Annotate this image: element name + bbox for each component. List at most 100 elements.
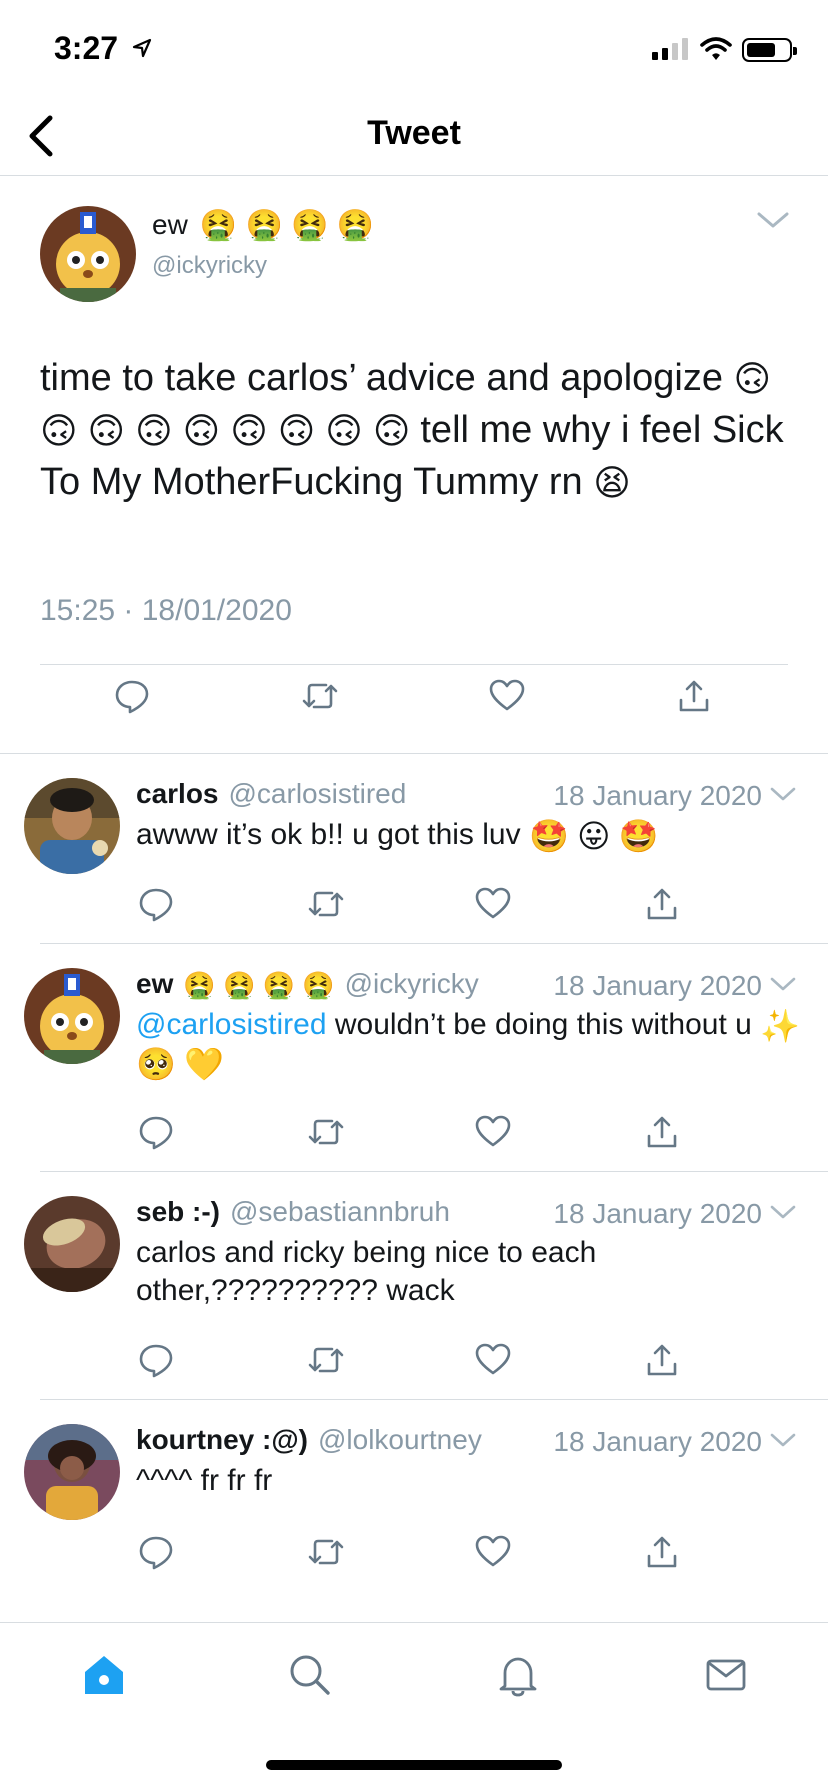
reply-text: carlos and ricky being nice to each othe… (136, 1236, 597, 1307)
share-icon[interactable] (644, 1114, 680, 1150)
reply-tweet[interactable]: kourtney :@) @lolkourtney 18 January 202… (0, 1400, 828, 1622)
nauseated-face-icon: 🤮 (183, 970, 216, 1001)
chevron-down-icon[interactable] (770, 786, 796, 802)
chevron-down-icon[interactable] (770, 1204, 796, 1220)
mention-link[interactable]: @carlosistired (136, 1008, 327, 1041)
nauseated-face-icon: 🤮 (262, 970, 295, 1001)
chevron-down-icon[interactable] (770, 1432, 796, 1448)
avatar[interactable] (40, 206, 136, 302)
reply-icon[interactable] (138, 1534, 174, 1570)
reply-icon[interactable] (114, 678, 150, 714)
heart-icon[interactable] (474, 1342, 512, 1376)
pleading-face-icon: 🥺 (136, 1045, 176, 1084)
avatar[interactable] (24, 968, 120, 1064)
tweet-actions (0, 886, 828, 926)
name-emoji-group: 🤮 🤮 🤮 🤮 (183, 969, 334, 1000)
tweet-text: time to take carlos’ advice and apologiz… (40, 352, 800, 508)
upside-down-face-icon: 🙃 (135, 411, 173, 453)
reply-header: ew 🤮 🤮 🤮 🤮 @ickyricky (136, 968, 479, 1000)
tweet-actions (0, 1342, 828, 1382)
reply-author-name[interactable]: carlos (136, 778, 219, 810)
reply-text: ^^^^ fr fr fr (136, 1464, 273, 1497)
nauseated-face-icon: 🤮 (222, 970, 256, 1001)
reply-icon[interactable] (138, 1114, 174, 1150)
divider (40, 664, 788, 665)
reply-date: 18 January 2020 (553, 780, 762, 811)
tweet-actions (0, 1534, 828, 1574)
name-emoji-group: 🤮 🤮 🤮 🤮 (200, 208, 374, 242)
reply-author-handle[interactable]: @lolkourtney (318, 1424, 482, 1456)
reply-text: awww it’s ok b!! u got this luv 🤩 😛 🤩 (136, 816, 800, 854)
upside-down-face-icon: 🙃 (277, 411, 316, 453)
share-icon[interactable] (644, 1534, 680, 1570)
share-icon[interactable] (644, 1342, 680, 1378)
reply-author-handle[interactable]: @sebastiannbruh (230, 1196, 450, 1228)
reply-author-handle[interactable]: @carlosistired (229, 778, 407, 810)
author-name-text: ew (152, 209, 188, 240)
reply-tweet[interactable]: seb :-) @sebastiannbruh 18 January 2020 … (0, 1172, 828, 1400)
retweet-icon[interactable] (306, 1342, 346, 1378)
star-struck-icon: 🤩 (528, 817, 569, 856)
retweet-icon[interactable] (306, 886, 346, 922)
chevron-down-icon[interactable] (770, 976, 796, 992)
reply-author-name[interactable]: ew (136, 968, 173, 1000)
reply-date: 18 January 2020 (553, 1198, 762, 1229)
reply-header: carlos @carlosistired (136, 778, 406, 810)
share-icon[interactable] (676, 678, 712, 714)
tweet-actions (0, 678, 828, 738)
upside-down-face-icon: 🙃 (230, 411, 268, 453)
reply-tweet[interactable]: carlos @carlosistired 18 January 2020 aw… (0, 754, 828, 944)
avatar[interactable] (24, 778, 120, 874)
upside-down-face-icon: 🙃 (733, 359, 772, 401)
star-struck-icon: 🤩 (618, 817, 659, 856)
upside-down-face-icon: 🙃 (40, 411, 78, 453)
retweet-icon[interactable] (306, 1534, 346, 1570)
search-icon[interactable] (288, 1653, 332, 1697)
author-handle[interactable]: @ickyricky (152, 252, 267, 280)
page-title: Tweet (367, 114, 461, 152)
share-icon[interactable] (644, 886, 680, 922)
nav-bar: Tweet (0, 100, 828, 176)
author-name[interactable]: ew 🤮 🤮 🤮 🤮 (152, 208, 374, 242)
tweet-text-part1: time to take carlos’ advice and apologiz… (40, 357, 723, 399)
notifications-icon[interactable] (496, 1653, 540, 1697)
reply-icon[interactable] (138, 886, 174, 922)
home-indicator[interactable] (266, 1760, 562, 1770)
reply-author-handle[interactable]: @ickyricky (345, 968, 479, 1000)
reply-author-name[interactable]: seb :-) (136, 1196, 220, 1228)
reply-date: 18 January 2020 (553, 970, 762, 1001)
tweet-timestamp[interactable]: 15:25 · 18/01/2020 (40, 594, 292, 628)
reply-author-name[interactable]: kourtney :@) (136, 1424, 308, 1456)
retweet-icon[interactable] (300, 678, 340, 714)
retweet-icon[interactable] (306, 1114, 346, 1150)
nauseated-face-icon: 🤮 (302, 970, 335, 1001)
heart-icon[interactable] (474, 1114, 512, 1148)
tired-face-icon: 😫 (593, 462, 631, 504)
upside-down-face-icon: 🙃 (372, 411, 411, 453)
nauseated-face-icon: 🤮 (336, 208, 375, 244)
yellow-heart-icon: 💛 (184, 1045, 225, 1084)
chevron-down-icon[interactable] (756, 210, 790, 230)
home-icon[interactable] (82, 1653, 126, 1697)
heart-icon[interactable] (488, 678, 526, 712)
battery-icon (742, 38, 797, 62)
reply-tweet[interactable]: ew 🤮 🤮 🤮 🤮 @ickyricky 18 January 2020 @c… (0, 944, 828, 1172)
location-arrow-icon (132, 38, 152, 58)
reply-text: @carlosistired wouldn’t be doing this wi… (136, 1006, 800, 1082)
nauseated-face-icon: 🤮 (199, 208, 238, 244)
reply-header: kourtney :@) @lolkourtney (136, 1424, 482, 1456)
reply-date: 18 January 2020 (553, 1426, 762, 1457)
heart-icon[interactable] (474, 886, 512, 920)
reply-icon[interactable] (138, 1342, 174, 1378)
messages-icon[interactable] (704, 1653, 748, 1697)
heart-icon[interactable] (474, 1534, 512, 1568)
nauseated-face-icon: 🤮 (291, 208, 329, 244)
cellular-signal-icon (652, 38, 688, 60)
avatar[interactable] (24, 1424, 120, 1520)
main-tweet: ew 🤮 🤮 🤮 🤮 @ickyricky time to take carlo… (0, 176, 828, 754)
tongue-face-icon: 😛 (577, 817, 611, 856)
status-bar: 3:27 (0, 0, 828, 100)
upside-down-face-icon: 🙃 (87, 411, 126, 453)
upside-down-face-icon: 🙃 (325, 411, 363, 453)
avatar[interactable] (24, 1196, 120, 1292)
